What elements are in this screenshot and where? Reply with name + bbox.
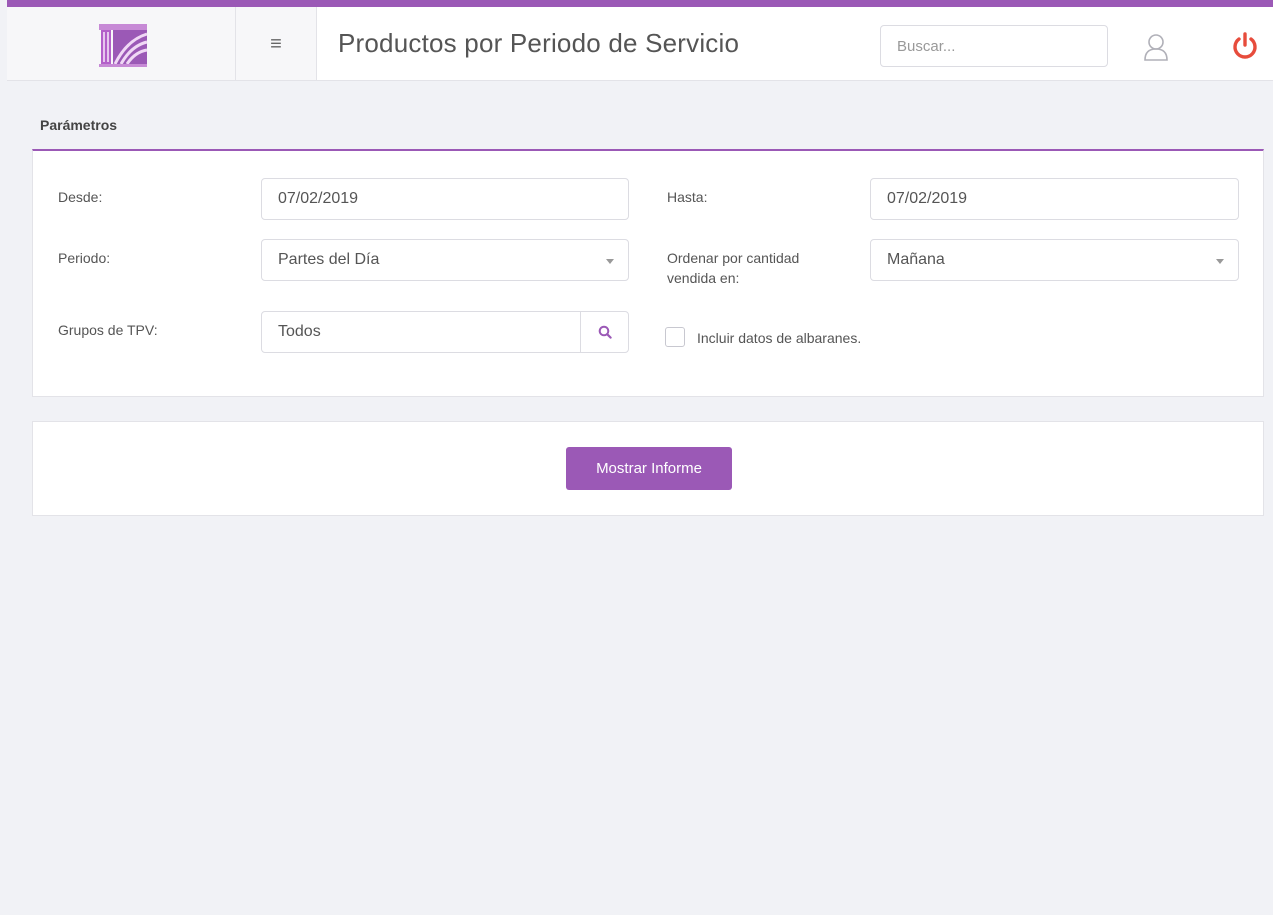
periodo-select[interactable]: Partes del Día (261, 239, 629, 281)
menu-toggle-button[interactable]: ≡ (236, 7, 317, 80)
grupos-input[interactable]: Todos (261, 311, 629, 353)
periodo-label: Periodo: (58, 250, 111, 266)
grupos-value: Todos (278, 323, 321, 340)
ordenar-select[interactable]: Mañana (870, 239, 1239, 281)
header: ≡ Productos por Periodo de Servicio (7, 7, 1273, 81)
logo-icon[interactable] (97, 22, 149, 68)
params-panel: Desde: 07/02/2019 Hasta: 07/02/2019 Peri… (32, 149, 1264, 397)
hasta-value: 07/02/2019 (887, 190, 968, 207)
albaranes-label: Incluir datos de albaranes. (697, 330, 862, 346)
logo-area[interactable] (7, 7, 236, 80)
hasta-date-input[interactable]: 07/02/2019 (870, 178, 1239, 220)
desde-label: Desde: (58, 189, 103, 205)
hasta-label: Hasta: (667, 189, 708, 205)
grupos-search-button[interactable] (580, 312, 628, 352)
user-icon[interactable] (1142, 32, 1170, 62)
ordenar-value: Mañana (887, 251, 945, 268)
page: ≡ Productos por Periodo de Servicio Pará… (0, 0, 1273, 915)
ordenar-label-line2: vendida en: (667, 270, 740, 286)
search-icon (598, 325, 612, 339)
albaranes-checkbox[interactable] (665, 327, 685, 347)
chevron-down-icon (1216, 259, 1224, 264)
params-section-title: Parámetros (40, 117, 118, 133)
top-accent-bar (7, 0, 1273, 7)
grupos-label: Grupos de TPV: (58, 322, 158, 338)
ordenar-label: Ordenar por cantidad vendida en: (667, 248, 799, 288)
power-icon[interactable] (1231, 31, 1259, 61)
desde-date-input[interactable]: 07/02/2019 (261, 178, 629, 220)
search-input[interactable] (880, 25, 1108, 67)
action-panel: Mostrar Informe (32, 421, 1264, 516)
chevron-down-icon (606, 259, 614, 264)
hamburger-menu-icon: ≡ (270, 32, 282, 55)
ordenar-label-line1: Ordenar por cantidad (667, 250, 800, 266)
periodo-value: Partes del Día (278, 251, 380, 268)
desde-value: 07/02/2019 (278, 190, 359, 207)
page-title: Productos por Periodo de Servicio (338, 28, 740, 58)
show-report-button[interactable]: Mostrar Informe (566, 447, 732, 490)
